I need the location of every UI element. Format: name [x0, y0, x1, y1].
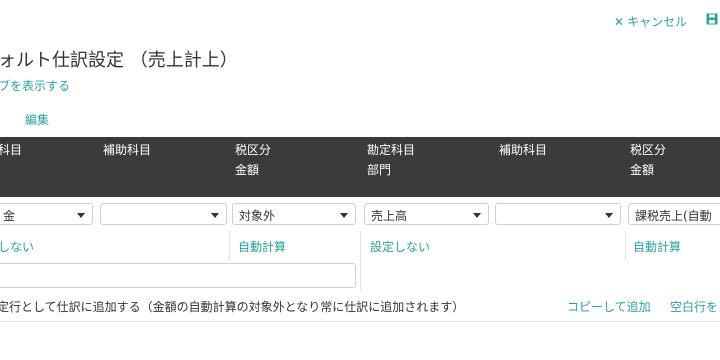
- chevron-down-icon: [77, 213, 85, 218]
- cancel-button[interactable]: ✕ キャンセル: [614, 13, 687, 30]
- header-amount: 金額: [235, 163, 260, 177]
- credit-sub-account-select[interactable]: [495, 203, 621, 225]
- debit-tax-select[interactable]: 対象外: [232, 203, 356, 225]
- header-credit-amount: 金額: [630, 163, 655, 177]
- header-credit-account: 勘定科目: [367, 143, 416, 157]
- debit-account-select[interactable]: 金: [0, 203, 93, 225]
- column-divider: [625, 231, 626, 261]
- toggle-display-link[interactable]: ブを表示する: [0, 77, 70, 94]
- add-blank-row-link[interactable]: 空白行を: [670, 298, 718, 315]
- debit-sub-account-select[interactable]: [100, 203, 227, 225]
- chevron-down-icon: [605, 213, 613, 218]
- copy-add-link[interactable]: コピーして追加: [567, 298, 651, 315]
- credit-tax-select[interactable]: 課税売上(自動判: [628, 203, 720, 225]
- header-account: 科目: [0, 143, 23, 157]
- page-title: ォルト仕訳設定 （売上計上）: [0, 50, 238, 71]
- credit-department-link[interactable]: 設定しない: [370, 238, 430, 255]
- header-credit-sub-account: 補助科目: [499, 143, 548, 157]
- debit-amount-link[interactable]: 自動計算: [238, 238, 286, 255]
- header-sub-account: 補助科目: [103, 143, 152, 157]
- chevron-down-icon: [473, 213, 481, 218]
- save-button[interactable]: [706, 13, 718, 28]
- column-divider: [229, 231, 230, 261]
- chevron-down-icon: [340, 213, 348, 218]
- debit-department-link[interactable]: しない: [0, 238, 34, 255]
- fixed-row-note: 定行として仕訳に追加する（金額の自動計算の対象外となり常に仕訳に追加されます）: [0, 300, 465, 314]
- memo-input[interactable]: [0, 263, 356, 288]
- header-department: 部門: [367, 163, 392, 177]
- close-icon: ✕: [614, 15, 625, 29]
- header-credit-tax-category: 税区分: [630, 143, 667, 157]
- credit-amount-link[interactable]: 自動計算: [633, 238, 681, 255]
- divider: [0, 321, 720, 322]
- header-tax-category: 税区分: [235, 143, 272, 157]
- table-header: 科目 補助科目 税区分 金額 勘定科目 部門 補助科目 税区分 金額: [0, 137, 720, 197]
- credit-account-select[interactable]: 売上高: [364, 203, 489, 225]
- column-divider: [360, 231, 361, 291]
- save-icon: [706, 13, 718, 25]
- edit-link[interactable]: 編集: [25, 111, 49, 128]
- chevron-down-icon: [211, 213, 219, 218]
